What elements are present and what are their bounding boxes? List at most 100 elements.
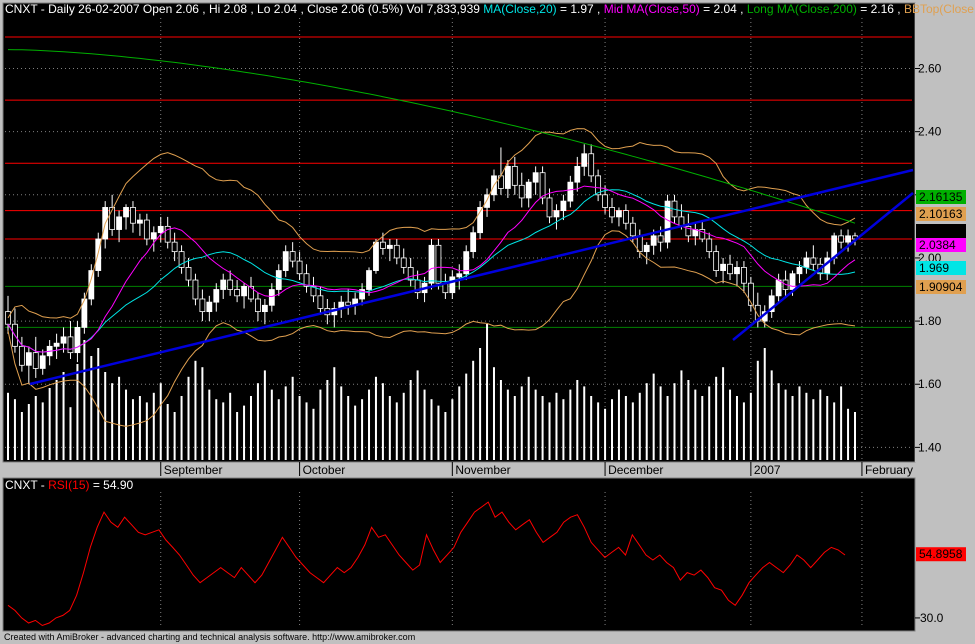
header-lo-label: Lo	[257, 2, 271, 16]
volume-bar	[395, 402, 398, 460]
volume-bar	[826, 396, 829, 460]
value-badge-label: 1.90904	[919, 280, 963, 294]
candle-down	[317, 295, 324, 309]
price-tick-label: 1.80	[918, 314, 942, 328]
candle-up	[574, 165, 581, 183]
value-badge-label: 2.0384	[919, 238, 956, 252]
rsi-header-value: 54.90	[103, 478, 133, 492]
candle-down	[143, 219, 150, 240]
volume-bar	[506, 389, 509, 460]
value-badge-label: 1.969	[919, 261, 949, 275]
stock-chart[interactable]: 1.401.601.802.002.202.402.60 2.161352.10…	[0, 0, 975, 644]
volume-bar	[791, 396, 794, 460]
volume-bar	[20, 412, 23, 460]
candle-up	[449, 276, 456, 294]
volume-bar	[326, 380, 329, 460]
candle-up	[60, 336, 67, 344]
candle-down	[727, 263, 733, 275]
rsi-header: CNXT - RSI(15) = 54.90	[5, 478, 134, 492]
volume-bar	[666, 396, 669, 460]
volume-bar	[680, 370, 683, 460]
volume-bar	[777, 383, 780, 460]
candle-up	[206, 301, 213, 313]
candle-up	[25, 352, 32, 366]
candle-up	[796, 267, 803, 275]
volume-bar	[368, 389, 371, 460]
volume-bar	[333, 367, 336, 460]
date-tick-label: November	[455, 463, 510, 477]
volume-bar	[798, 386, 801, 460]
volume-bar	[840, 386, 843, 460]
volume-bar	[111, 383, 114, 460]
candle-up	[650, 235, 657, 246]
candle-down	[380, 241, 386, 249]
candle-up	[456, 273, 463, 278]
candle-up	[560, 200, 567, 211]
volume-bar	[104, 372, 107, 460]
volume-bar	[458, 386, 461, 460]
volume-bar	[194, 360, 197, 460]
volume-bar	[847, 408, 850, 460]
volume-bar	[354, 405, 357, 460]
candle-down	[296, 260, 303, 275]
volume-bar	[118, 376, 121, 460]
volume-bar	[180, 396, 183, 460]
price-tick-label: 2.60	[918, 62, 942, 76]
volume-bar	[55, 380, 58, 460]
price-header: CNXT - Daily 26-02-2007 Open 2.06 , Hi 2…	[5, 2, 974, 16]
volume-bar	[41, 402, 44, 460]
volume-bar	[319, 389, 322, 460]
candle-down	[657, 235, 664, 243]
volume-bar	[7, 392, 9, 460]
header-ma20-label: MA(Close,20)	[483, 2, 556, 16]
candle-down	[539, 172, 546, 199]
volume-bar	[590, 396, 593, 460]
volume-bar	[437, 405, 440, 460]
volume-bar	[548, 402, 551, 460]
candle-up	[845, 235, 851, 243]
volume-bar	[833, 402, 836, 460]
volume-bar	[520, 386, 523, 460]
volume-bar	[645, 383, 648, 460]
candle-down	[713, 251, 720, 271]
candle-down	[185, 267, 192, 281]
volume-bar	[659, 386, 662, 460]
volume-bar	[243, 405, 246, 460]
volume-bar	[340, 386, 343, 460]
volume-bar	[735, 396, 738, 460]
volume-bar	[694, 389, 697, 460]
rsi-pane[interactable]	[2, 477, 916, 632]
candle-down	[234, 289, 241, 297]
volume-bar	[562, 399, 565, 460]
volume-bar	[541, 396, 544, 460]
volume-bar	[222, 402, 225, 460]
candle-up	[116, 216, 122, 230]
volume-bar	[208, 389, 211, 460]
candle-up	[275, 270, 282, 290]
volume-bar	[444, 412, 447, 460]
price-tick-label: 1.40	[918, 440, 942, 454]
volume-bar	[854, 412, 856, 460]
volume-bar	[388, 396, 391, 460]
date-tick-label: September	[164, 463, 223, 477]
candle-down	[171, 241, 178, 253]
volume-bar	[492, 367, 495, 460]
footer-credit: Created with AmiBroker - advanced charti…	[4, 632, 416, 642]
volume-bar	[722, 367, 725, 460]
price-tick-label: 2.40	[918, 125, 942, 139]
candle-down	[130, 207, 136, 224]
candle-up	[616, 210, 622, 218]
candle-down	[400, 257, 407, 268]
candle-down	[67, 336, 74, 354]
volume-bar	[361, 399, 364, 460]
candle-down	[199, 298, 206, 313]
candle-up	[366, 270, 372, 290]
volume-bar	[742, 402, 745, 460]
candle-down	[602, 194, 608, 208]
volume-bar	[201, 367, 204, 460]
candle-up	[643, 244, 650, 253]
volume-bar	[784, 389, 787, 460]
volume-bar	[687, 380, 690, 460]
volume-bar	[472, 360, 475, 460]
candle-up	[386, 244, 393, 249]
